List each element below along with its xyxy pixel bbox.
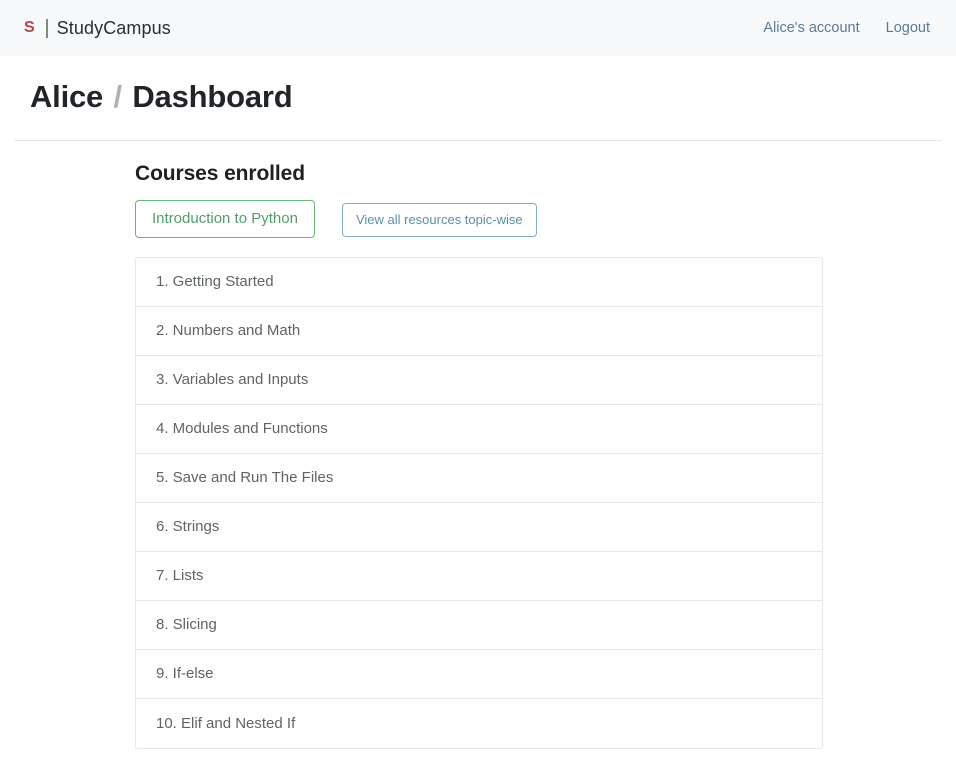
list-item[interactable]: 9. If-else — [136, 650, 822, 699]
topic-list: 1. Getting Started 2. Numbers and Math 3… — [135, 256, 823, 749]
list-item[interactable]: 5. Save and Run The Files — [136, 454, 822, 503]
list-item[interactable]: 2. Numbers and Math — [136, 307, 822, 356]
page-title-section: Dashboard — [132, 79, 293, 114]
page-title: Alice / Dashboard — [0, 78, 956, 117]
list-item[interactable]: 7. Lists — [136, 552, 822, 601]
brand-name-label: StudyCampus — [56, 17, 171, 38]
course-actions: Introduction to Python View all resource… — [135, 199, 956, 238]
list-item[interactable]: 10. Elif and Nested If — [136, 699, 822, 748]
brand-logo[interactable]: S StudyCampus — [24, 18, 171, 39]
list-item[interactable]: 4. Modules and Functions — [136, 405, 822, 454]
brand-divider-icon — [45, 18, 48, 38]
list-item[interactable]: 3. Variables and Inputs — [136, 356, 822, 405]
logout-link[interactable]: Logout — [886, 20, 930, 36]
list-item[interactable]: 8. Slicing — [136, 601, 822, 650]
page-title-separator: / — [113, 79, 123, 114]
main-content: Courses enrolled Introduction to Python … — [0, 141, 956, 749]
course-button-introduction-to-python[interactable]: Introduction to Python — [135, 199, 315, 238]
account-link[interactable]: Alice's account — [763, 20, 859, 36]
courses-enrolled-heading: Courses enrolled — [135, 161, 305, 185]
page-title-user: Alice — [30, 79, 104, 114]
studycampus-logo-icon: S — [24, 19, 35, 36]
view-all-resources-button[interactable]: View all resources topic-wise — [341, 202, 537, 237]
list-item[interactable]: 6. Strings — [136, 503, 822, 552]
top-navbar: S StudyCampus Alice's account Logout — [0, 0, 956, 56]
navbar-links: Alice's account Logout — [763, 20, 930, 36]
page-header: Alice / Dashboard — [0, 56, 956, 141]
list-item[interactable]: 1. Getting Started — [136, 258, 822, 307]
